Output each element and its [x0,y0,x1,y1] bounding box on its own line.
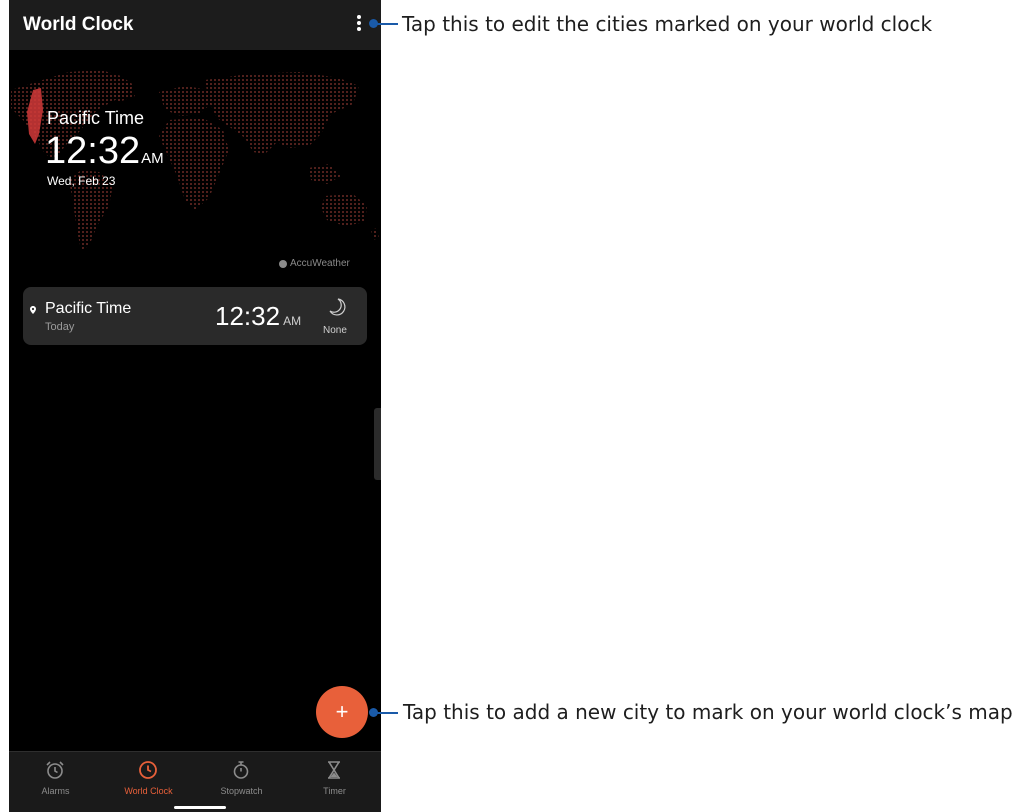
stopwatch-icon [233,761,249,779]
city-card[interactable]: Pacific Time Today 12:32 AM None [23,287,367,345]
attribution-text: AccuWeather [290,258,350,269]
world-map: Pacific Time 12:32AM Wed, Feb 23 AccuWea… [9,50,381,280]
city-time-ampm: AM [283,314,302,328]
edge-panel-handle[interactable] [374,408,381,480]
home-indicator [174,806,226,809]
callout-menu-text: Tap this to edit the cities marked on yo… [402,12,933,36]
clock-icon [139,761,157,779]
nav-item-world-clock[interactable]: World Clock [102,752,195,812]
alarm-clock-icon [46,761,64,779]
city-weather: None [323,325,347,336]
phone-screen: World Clock Pacific Time 12:32AM Wed, Fe… [9,0,381,812]
weather-attribution: AccuWeather [279,258,350,269]
bottom-navigation: Alarms World Clock Stopwatch Timer [9,751,381,812]
hourglass-icon [328,761,340,779]
featured-city-name: Pacific Time [47,108,145,128]
featured-city-time: 12:32AM [45,130,164,173]
featured-city-date: Wed, Feb 23 [47,174,116,188]
city-name: Pacific Time [45,300,132,317]
featured-time-ampm: AM [141,150,164,167]
city-day: Today [45,321,75,333]
city-time-value: 12:32 [215,301,281,331]
city-time: 12:32 AM [215,301,301,332]
moon-icon [329,298,346,316]
page-title: World Clock [23,14,134,35]
nav-item-stopwatch[interactable]: Stopwatch [195,752,288,812]
nav-label-world-clock: World Clock [124,786,173,796]
overflow-menu-icon[interactable] [355,15,363,35]
nav-label-alarms: Alarms [41,786,70,796]
nav-label-timer: Timer [323,786,346,796]
nav-label-stopwatch: Stopwatch [220,786,263,796]
callout-add-line [374,712,398,714]
app-bar: World Clock [9,0,381,50]
nav-item-alarms[interactable]: Alarms [9,752,102,812]
location-pin-icon [30,306,36,314]
featured-time-value: 12:32 [45,130,141,172]
accuweather-logo-icon [279,259,287,268]
callout-menu-line [374,23,398,25]
nav-item-timer[interactable]: Timer [288,752,381,812]
callout-add-text: Tap this to add a new city to mark on yo… [403,700,1013,724]
add-city-button[interactable]: + [316,686,368,738]
